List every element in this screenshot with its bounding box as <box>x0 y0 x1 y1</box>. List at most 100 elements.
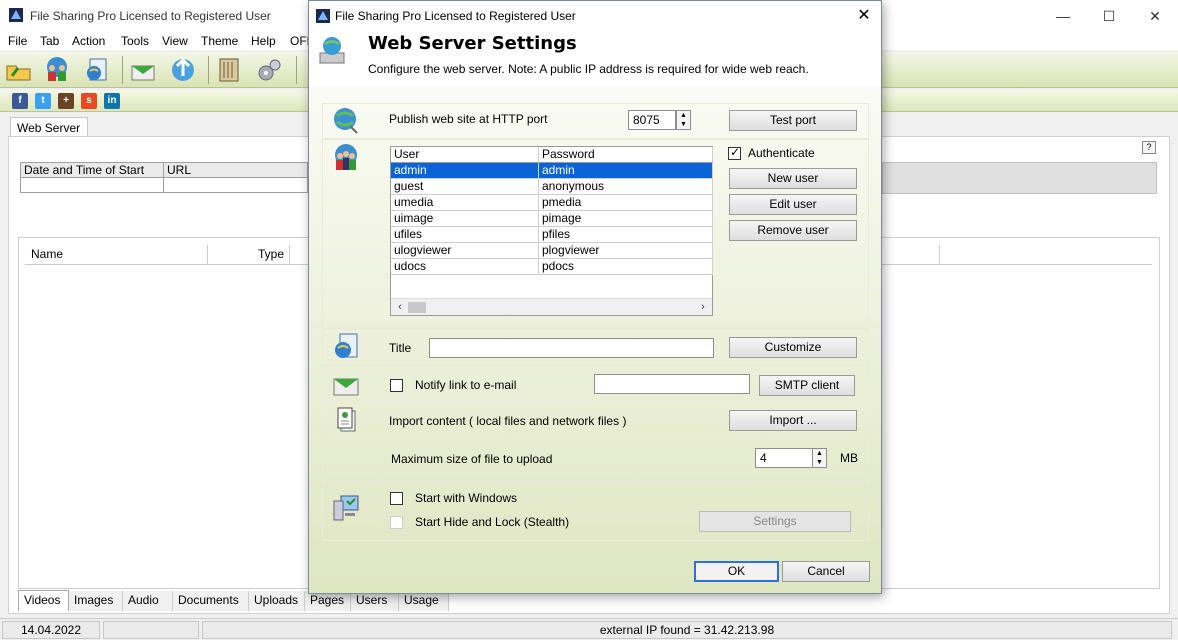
stumbleupon-icon[interactable]: s <box>81 93 97 109</box>
tab-pages[interactable]: Pages <box>305 591 351 611</box>
new-user-button[interactable]: New user <box>729 168 857 189</box>
tab-users[interactable]: Users <box>351 591 399 611</box>
book-icon[interactable] <box>214 56 244 84</box>
email-input[interactable] <box>594 374 750 394</box>
toolbar-separator <box>208 56 209 84</box>
port-spinner[interactable]: ▲ ▼ <box>676 110 691 130</box>
email-icon[interactable] <box>128 56 158 84</box>
grid-row-empty <box>163 177 308 193</box>
cell-user: ulogviewer <box>391 243 539 259</box>
grid-row-empty <box>20 177 164 193</box>
minimize-button[interactable]: — <box>1040 0 1086 32</box>
upload-spinner[interactable]: ▲ ▼ <box>812 448 827 468</box>
maximize-button[interactable]: ☐ <box>1086 0 1132 32</box>
table-row[interactable]: admin admin <box>391 163 713 179</box>
menu-tools[interactable]: Tools <box>121 34 149 48</box>
grid-header-date[interactable]: Date and Time of Start <box>20 162 164 178</box>
users-icon <box>335 144 357 170</box>
cell-password: pimage <box>539 211 713 227</box>
open-folder-icon[interactable] <box>4 56 34 84</box>
column-header-user[interactable]: User <box>391 147 539 163</box>
tab-documents[interactable]: Documents <box>173 591 249 611</box>
import-label: Import content ( local files and network… <box>389 414 627 428</box>
globe-icon <box>334 108 358 134</box>
title-input[interactable] <box>429 338 714 358</box>
menu-view[interactable]: View <box>162 34 188 48</box>
table-row[interactable]: umedia pmedia <box>391 195 713 211</box>
title-label: Title <box>389 341 412 355</box>
tab-videos[interactable]: Videos <box>18 590 69 611</box>
start-with-windows-checkbox[interactable] <box>390 492 403 505</box>
status-ip: external IP found = 31.42.213.98 <box>202 621 1172 639</box>
scroll-left-icon[interactable]: ‹ <box>393 300 407 314</box>
remove-user-button[interactable]: Remove user <box>729 220 857 241</box>
globe-upload-icon[interactable] <box>168 56 198 84</box>
menu-help[interactable]: Help <box>251 34 276 48</box>
main-window-title: File Sharing Pro Licensed to Registered … <box>30 9 271 23</box>
notify-email-label: Notify link to e-mail <box>415 378 517 392</box>
app-logo-icon <box>316 9 330 23</box>
toolbar-separator <box>122 56 123 84</box>
facebook-icon[interactable]: f <box>12 93 28 109</box>
spin-up-icon[interactable]: ▲ <box>677 111 690 120</box>
tab-images[interactable]: Images <box>69 591 123 611</box>
tab-web-server[interactable]: Web Server <box>10 117 88 137</box>
linkedin-icon[interactable]: in <box>104 93 120 109</box>
cell-password: pfiles <box>539 227 713 243</box>
delicious-icon[interactable]: + <box>58 93 74 109</box>
scroll-right-icon[interactable]: › <box>696 300 710 314</box>
list-header-extra[interactable] <box>940 245 1152 265</box>
spin-down-icon[interactable]: ▼ <box>677 120 690 129</box>
menu-theme[interactable]: Theme <box>201 34 238 48</box>
close-button[interactable]: ✕ <box>1132 0 1178 32</box>
max-upload-label: Maximum size of file to upload <box>391 452 553 466</box>
port-input[interactable] <box>628 110 676 130</box>
table-row[interactable]: ulogviewer plogviewer <box>391 243 713 259</box>
customize-button[interactable]: Customize <box>729 337 857 358</box>
dialog-subtext: Configure the web server. Note: A public… <box>368 62 809 76</box>
list-header-type[interactable]: Type <box>208 245 290 265</box>
status-bar: 14.04.2022 external IP found = 31.42.213… <box>0 618 1178 640</box>
edit-user-button[interactable]: Edit user <box>729 194 857 215</box>
tab-audio[interactable]: Audio <box>123 591 173 611</box>
settings-button[interactable]: Settings <box>699 511 851 532</box>
dialog-close-button[interactable]: ✕ <box>849 1 879 31</box>
menu-file[interactable]: File <box>8 34 27 48</box>
max-upload-input[interactable] <box>755 448 813 468</box>
list-header-more[interactable] <box>290 245 308 265</box>
smtp-client-button[interactable]: SMTP client <box>759 375 855 396</box>
web-page-icon[interactable] <box>82 56 112 84</box>
port-label: Publish web site at HTTP port <box>389 112 548 126</box>
notify-email-checkbox[interactable] <box>390 379 403 392</box>
gears-icon[interactable] <box>254 56 284 84</box>
dialog-title: File Sharing Pro Licensed to Registered … <box>335 9 576 23</box>
horizontal-scrollbar[interactable]: ‹ › <box>391 298 712 315</box>
tab-usage[interactable]: Usage <box>399 591 449 611</box>
test-port-button[interactable]: Test port <box>729 110 857 131</box>
cancel-button[interactable]: Cancel <box>782 561 870 582</box>
grid-header-url[interactable]: URL <box>163 162 308 178</box>
tab-uploads[interactable]: Uploads <box>249 591 305 611</box>
authenticate-checkbox[interactable] <box>728 145 741 160</box>
table-row[interactable]: uimage pimage <box>391 211 713 227</box>
users-table[interactable]: User Password admin admin guest anonymou… <box>390 146 713 316</box>
users-icon[interactable] <box>42 56 72 84</box>
spin-up-icon[interactable]: ▲ <box>813 449 826 458</box>
table-row[interactable]: guest anonymous <box>391 179 713 195</box>
start-stealth-checkbox[interactable] <box>390 516 403 529</box>
import-button[interactable]: Import ... <box>729 410 857 431</box>
table-row[interactable]: udocs pdocs <box>391 259 713 275</box>
list-header-extra[interactable] <box>882 245 940 265</box>
menu-tab[interactable]: Tab <box>40 34 59 48</box>
column-header-password[interactable]: Password <box>539 147 713 163</box>
web-server-icon <box>319 37 345 64</box>
dialog-titlebar: File Sharing Pro Licensed to Registered … <box>309 1 881 31</box>
table-row[interactable]: ufiles pfiles <box>391 227 713 243</box>
scroll-thumb[interactable] <box>408 302 426 313</box>
menu-action[interactable]: Action <box>72 34 105 48</box>
twitter-icon[interactable]: t <box>35 93 51 109</box>
help-button[interactable]: ? <box>1142 141 1156 154</box>
ok-button[interactable]: OK <box>694 561 779 582</box>
spin-down-icon[interactable]: ▼ <box>813 458 826 467</box>
list-header-name[interactable]: Name <box>25 245 208 265</box>
